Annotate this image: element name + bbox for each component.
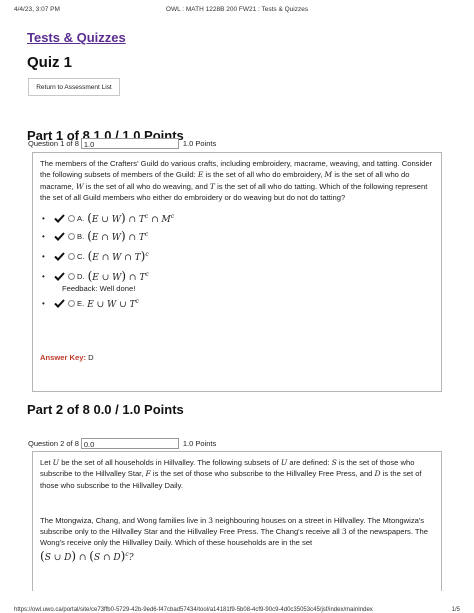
option-a[interactable]: • A. (E ∪ W) ∩ Tc ∩ Mc — [42, 209, 434, 227]
check-icon — [54, 231, 67, 241]
answer-key-label: Answer Key: — [40, 353, 87, 363]
question2-score-line: Question 2 of 8 0.0 1.0 Points — [28, 438, 216, 449]
option-d-expression: (E ∪ W) ∩ Tc — [87, 268, 149, 283]
print-url: https://owl.uwo.ca/portal/site/ce73ffb0-… — [14, 607, 373, 613]
option-a-expression: (E ∪ W) ∩ Tc ∩ Mc — [87, 210, 175, 225]
option-b-radio[interactable] — [68, 232, 75, 240]
answer-key-value: D — [88, 353, 94, 363]
question1-text: The members of the Crafters' Guild do va… — [40, 159, 433, 202]
option-b-expression: (E ∩ W) ∩ Tc — [87, 228, 149, 243]
question1-feedback: Feedback: Well done! — [62, 284, 136, 294]
print-title: OWL : MATH 1228B 200 FW21 : Tests & Quiz… — [165, 6, 309, 13]
check-icon — [54, 298, 67, 308]
option-a-radio[interactable] — [68, 214, 75, 222]
question2-text: Let U be the set of all households in Hi… — [40, 458, 422, 490]
option-c[interactable]: • C. (E ∩ W ∩ T)c — [42, 245, 434, 267]
check-icon — [54, 251, 67, 261]
question1-box: The members of the Crafters' Guild do va… — [32, 152, 442, 392]
check-icon — [54, 271, 67, 281]
part2-title: Part 2 of 8 0.0 / 1.0 Points — [27, 402, 184, 417]
option-a-label: A. — [77, 213, 85, 223]
quiz-title: Quiz 1 — [27, 54, 73, 71]
question1-points: 1.0 Points — [182, 139, 217, 148]
tests-quizzes-link[interactable]: Tests & Quizzes — [27, 30, 126, 45]
option-e[interactable]: • E. E ∪ W ∪ Tc — [42, 294, 434, 312]
option-e-label: E. — [77, 298, 85, 308]
question2-expression: (S ∪ D) ∩ (S ∩ D)c? — [40, 548, 134, 563]
option-d-label: D. — [77, 271, 85, 281]
option-b-label: B. — [77, 231, 85, 241]
option-e-radio[interactable] — [68, 299, 75, 307]
question2-score-input[interactable]: 0.0 — [80, 438, 179, 449]
option-d-radio[interactable] — [68, 272, 75, 280]
option-c-expression: (E ∩ W ∩ T)c — [87, 248, 149, 263]
return-to-assessment-list-button[interactable]: Return to Assessment List — [28, 78, 120, 96]
question2-box: Let U be the set of all households in Hi… — [32, 451, 442, 591]
option-b[interactable]: • B. (E ∩ W) ∩ Tc — [42, 227, 434, 245]
option-c-radio[interactable] — [68, 252, 75, 260]
check-icon — [54, 213, 67, 223]
question2-scenario: The Mtongwiza, Chang, and Wong families … — [40, 515, 429, 548]
question1-score-line: Question 1 of 8 1.0 1.0 Points — [28, 138, 216, 149]
question2-points: 1.0 Points — [182, 439, 217, 448]
question1-score-input[interactable]: 1.0 — [80, 138, 179, 149]
option-c-label: C. — [77, 251, 85, 261]
print-page-number: 1/5 — [451, 607, 460, 613]
question2-label: Question 2 of 8 — [28, 439, 79, 448]
question1-label: Question 1 of 8 — [28, 139, 79, 148]
option-e-expression: E ∪ W ∪ Tc — [87, 297, 139, 310]
answer-key: Answer Key: D — [40, 352, 434, 363]
